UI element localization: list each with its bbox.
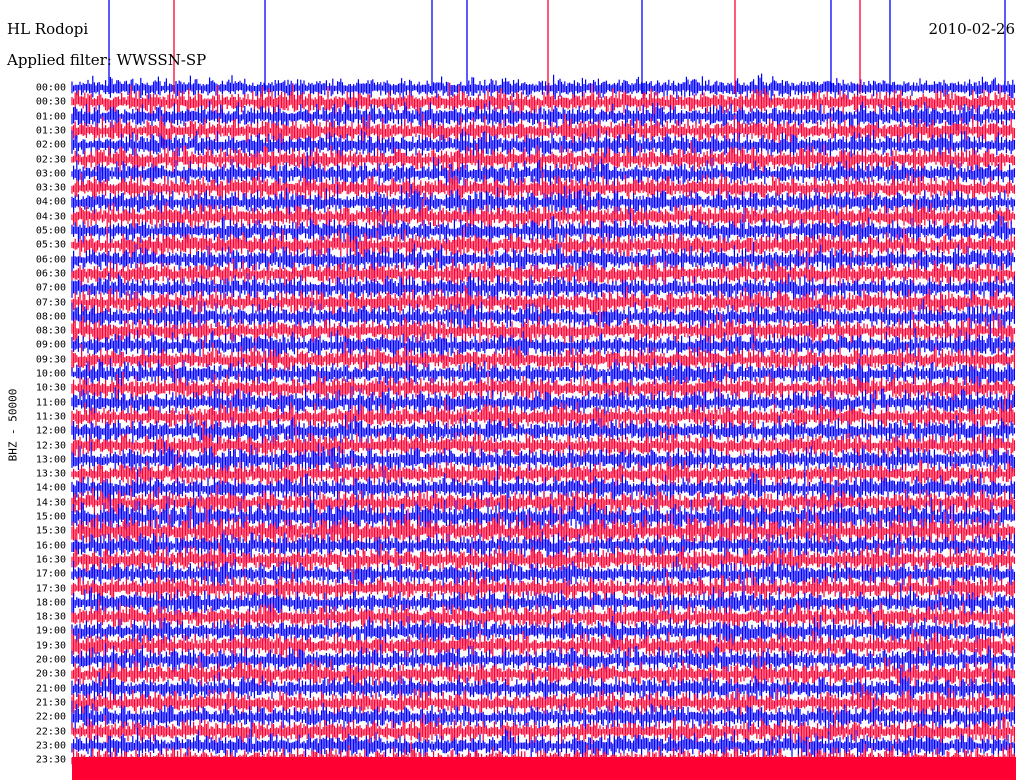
time-tick-label: 08:00 [35,311,66,323]
time-tick-label: 14:30 [35,497,66,509]
time-tick-label: 02:00 [35,139,66,151]
time-tick-label: 00:00 [35,82,66,94]
time-tick-label: 06:00 [35,254,66,266]
time-tick-label: 16:30 [35,554,66,566]
time-tick-label: 21:00 [35,683,66,695]
time-tick-label: 03:30 [35,182,66,194]
time-tick-label: 17:00 [35,568,66,580]
time-tick-label: 20:00 [35,654,66,666]
time-tick-label: 22:30 [35,726,66,737]
time-tick-label: 12:00 [35,425,66,437]
time-tick-label: 05:30 [35,239,66,251]
time-tick-labels: 00:00 00:30 01:00 01:30 02:00 02:30 03:00 03:30… [18,0,66,780]
time-tick-label: 18:30 [35,611,66,623]
time-tick-label: 16:00 [35,540,66,552]
time-tick-label: 11:00 [35,397,66,409]
time-tick-label: 02:30 [35,154,66,165]
helicorder-plot [71,0,1016,780]
time-tick-label: 13:00 [35,454,66,466]
time-tick-label: 19:30 [35,640,66,652]
time-tick-label: 08:30 [35,325,66,337]
time-tick-label: 11:30 [35,411,66,423]
time-tick-label: 12:30 [35,440,66,451]
time-tick-label: 17:30 [35,583,66,594]
bottom-trace-band [72,757,1016,780]
time-tick-label: 22:00 [35,711,66,723]
time-tick-label: 00:30 [35,96,66,108]
time-tick-label: 23:30 [35,754,66,766]
time-tick-label: 07:30 [35,297,66,308]
time-tick-label: 03:00 [35,168,66,180]
time-tick-label: 04:00 [35,196,66,208]
date-label: 2010-02-26 [928,20,1015,38]
time-tick-label: 07:00 [35,282,66,294]
time-tick-label: 15:00 [35,511,66,523]
time-tick-label: 04:30 [35,211,66,223]
time-tick-label: 15:30 [35,525,66,537]
time-tick-label: 05:00 [35,225,66,237]
time-tick-label: 23:00 [35,740,66,752]
time-tick-label: 01:00 [35,111,66,123]
time-tick-label: 10:30 [35,382,66,394]
time-tick-label: 18:00 [35,597,66,609]
time-tick-label: 20:30 [35,668,66,680]
time-tick-label: 09:00 [35,339,66,351]
time-tick-label: 06:30 [35,268,66,280]
time-tick-label: 21:30 [35,697,66,709]
time-tick-label: 10:00 [35,368,66,380]
time-tick-label: 01:30 [35,125,66,137]
time-tick-label: 14:00 [35,482,66,494]
time-tick-label: 09:30 [35,354,66,366]
time-tick-label: 13:30 [35,468,66,480]
time-tick-label: 19:00 [35,625,66,637]
